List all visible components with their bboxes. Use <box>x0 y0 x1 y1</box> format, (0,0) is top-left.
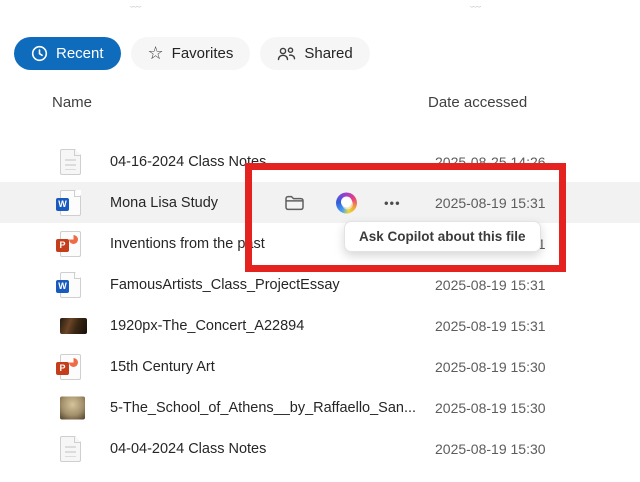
tab-favorites[interactable]: ☆ Favorites <box>130 37 251 70</box>
people-icon <box>277 46 296 62</box>
file-type-badge: W <box>56 279 69 293</box>
file-row[interactable]: 04-04-2024 Class Notes 2025-08-19 15:30 <box>0 428 640 469</box>
tab-label: Shared <box>304 45 353 62</box>
file-date-accessed: 2025-08-19 15:30 <box>435 440 546 457</box>
file-type-badge: W <box>56 197 69 211</box>
image-thumbnail-dark-icon <box>60 317 87 334</box>
cropped-top-glyph: ﹏ <box>130 0 141 9</box>
file-name: Mona Lisa Study <box>110 194 219 211</box>
file-row[interactable]: 04-16-2024 Class Notes 2025-08-25 14:26 <box>0 141 640 182</box>
tab-label: Recent <box>56 45 104 62</box>
file-name: 04-04-2024 Class Notes <box>110 440 267 457</box>
file-date-accessed: 2025-08-25 14:26 <box>435 153 546 170</box>
more-options-icon[interactable]: ••• <box>384 195 401 210</box>
cropped-top-glyph: ﹏ <box>470 0 481 9</box>
tab-recent[interactable]: Recent <box>14 37 121 70</box>
clock-icon <box>31 45 48 62</box>
file-row[interactable]: W Mona Lisa Study 2025-08-19 15:31 ••• <box>0 182 640 223</box>
file-name: FamousArtists_Class_ProjectEssay <box>110 276 340 293</box>
file-row[interactable]: W FamousArtists_Class_ProjectEssay 2025-… <box>0 264 640 305</box>
file-name: 04-16-2024 Class Notes <box>110 153 267 170</box>
copilot-tooltip: Ask Copilot about this file <box>344 221 541 252</box>
file-name: 15th Century Art <box>110 358 215 375</box>
file-name: 1920px-The_Concert_A22894 <box>110 317 305 334</box>
star-icon: ☆ <box>147 42 164 63</box>
hover-toolbar: ••• <box>280 182 410 223</box>
file-row[interactable]: P Inventions from the past 2025-08-19 15… <box>0 223 640 264</box>
text-document-icon <box>60 435 81 462</box>
text-document-icon <box>60 148 81 175</box>
powerpoint-document-icon: P <box>56 353 81 380</box>
file-row[interactable]: P 15th Century Art 2025-08-19 15:30 <box>0 346 640 387</box>
file-type-badge: P <box>56 361 69 375</box>
file-list: 04-16-2024 Class Notes 2025-08-25 14:26 … <box>0 141 640 469</box>
word-document-icon: W <box>56 271 81 298</box>
powerpoint-document-icon: P <box>56 230 81 257</box>
file-date-accessed: 2025-08-19 15:30 <box>435 358 546 375</box>
column-header-date-accessed[interactable]: Date accessed <box>428 94 527 111</box>
file-name: 5-The_School_of_Athens__by_Raffaello_San… <box>110 399 417 416</box>
recent-files-page: ﹏ ﹏ Recent ☆ Favorites Shared Name Date … <box>0 0 640 482</box>
file-type-badge: P <box>56 238 69 252</box>
column-header-name[interactable]: Name <box>52 94 92 111</box>
file-date-accessed: 2025-08-19 15:31 <box>435 276 546 293</box>
open-folder-icon[interactable] <box>284 194 305 211</box>
tab-shared[interactable]: Shared <box>260 37 370 70</box>
view-tabs: Recent ☆ Favorites Shared <box>14 37 370 70</box>
file-date-accessed: 2025-08-19 15:30 <box>435 399 546 416</box>
tab-label: Favorites <box>171 45 234 62</box>
image-thumbnail-sepia-icon <box>60 396 85 419</box>
file-name: Inventions from the past <box>110 235 265 252</box>
file-row[interactable]: 5-The_School_of_Athens__by_Raffaello_San… <box>0 387 640 428</box>
copilot-icon[interactable] <box>336 192 357 213</box>
file-date-accessed: 2025-08-19 15:31 <box>435 317 546 334</box>
file-date-accessed: 2025-08-19 15:31 <box>435 194 546 211</box>
file-row[interactable]: 1920px-The_Concert_A22894 2025-08-19 15:… <box>0 305 640 346</box>
word-document-icon: W <box>56 189 81 216</box>
